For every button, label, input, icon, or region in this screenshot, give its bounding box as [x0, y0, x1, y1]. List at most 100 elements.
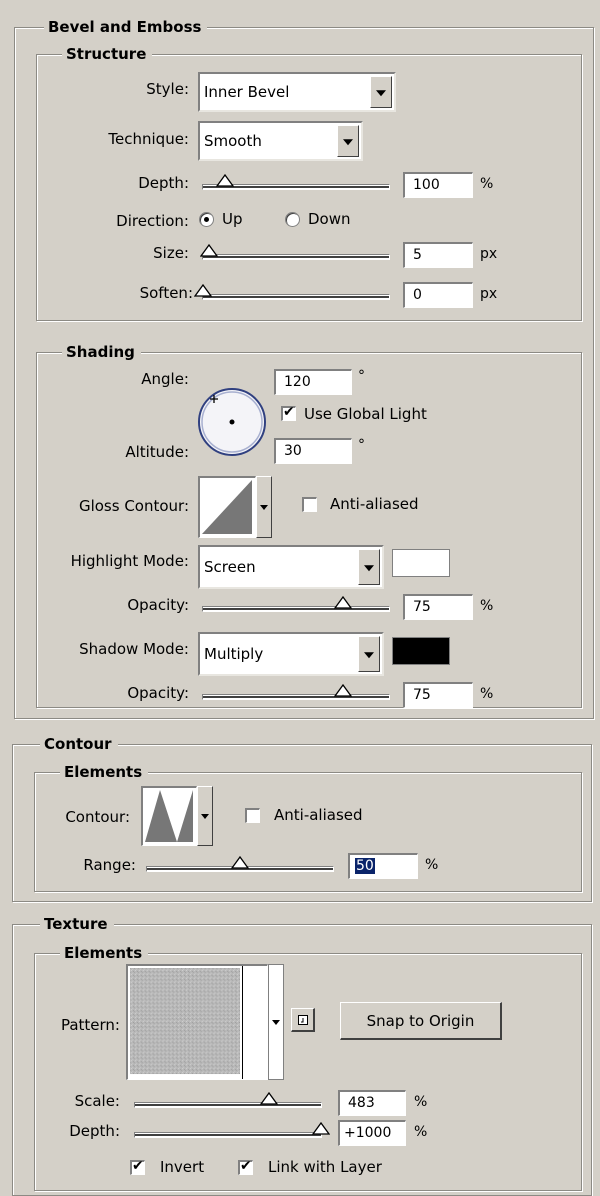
- snap-to-origin-button[interactable]: Snap to Origin: [340, 1002, 502, 1040]
- texture-depth-label: Depth:: [69, 1122, 120, 1140]
- highlight-opacity-slider[interactable]: [202, 595, 390, 612]
- soften-label: Soften:: [139, 284, 193, 302]
- pattern-picker[interactable]: [126, 964, 268, 1080]
- altitude-input[interactable]: 30: [274, 438, 352, 464]
- slider-thumb-icon[interactable]: [231, 855, 249, 869]
- shadow-opacity-label: Opacity:: [127, 684, 189, 702]
- use-global-light-checkbox[interactable]: [281, 404, 296, 421]
- depth-input[interactable]: 100: [403, 172, 473, 198]
- chevron-down-icon[interactable]: [358, 636, 380, 672]
- technique-select-value: Smooth: [204, 132, 262, 150]
- range-unit: %: [425, 857, 439, 873]
- contour-picker[interactable]: [141, 786, 197, 846]
- chevron-down-icon[interactable]: [337, 125, 359, 157]
- texture-title: Texture: [40, 915, 114, 933]
- size-label: Size:: [153, 244, 189, 262]
- style-select-value: Inner Bevel: [204, 83, 290, 101]
- contour-anti-aliased-checkbox[interactable]: [245, 808, 260, 823]
- shadow-mode-label: Shadow Mode:: [79, 640, 189, 658]
- pattern-swatch-icon: [130, 968, 240, 1075]
- gloss-contour-picker[interactable]: [198, 476, 256, 538]
- cone-contour-icon: [145, 790, 193, 842]
- slider-thumb-icon[interactable]: [194, 283, 212, 297]
- shadow-opacity-input[interactable]: 75: [403, 682, 473, 708]
- linear-contour-icon: [202, 480, 252, 534]
- link-with-layer-checkbox[interactable]: [238, 1158, 253, 1175]
- texture-elements-title: Elements: [60, 944, 149, 962]
- angle-unit: °: [358, 368, 365, 384]
- gloss-anti-aliased-checkbox[interactable]: [302, 497, 317, 512]
- highlight-color-swatch[interactable]: [392, 549, 450, 577]
- slider-thumb-icon[interactable]: [333, 683, 352, 697]
- angle-dial-icon[interactable]: [196, 386, 268, 458]
- direction-up-label: Up: [222, 210, 243, 228]
- slider-thumb-icon[interactable]: [333, 595, 352, 609]
- gloss-contour-label: Gloss Contour:: [78, 497, 189, 515]
- direction-down-radio[interactable]: [285, 212, 300, 227]
- shadow-mode-value: Multiply: [204, 645, 264, 663]
- size-unit: px: [480, 246, 498, 262]
- structure-title: Structure: [62, 45, 153, 63]
- altitude-label: Altitude:: [125, 443, 189, 461]
- texture-depth-input[interactable]: +1000: [338, 1120, 406, 1146]
- contour-label: Contour:: [65, 808, 130, 826]
- slider-thumb-icon[interactable]: [216, 173, 235, 187]
- direction-up-radio[interactable]: [199, 212, 214, 227]
- invert-checkbox[interactable]: [130, 1158, 145, 1175]
- invert-label: Invert: [160, 1158, 205, 1176]
- slider-thumb-icon[interactable]: [312, 1121, 330, 1135]
- angle-label: Angle:: [141, 370, 189, 388]
- use-global-light-label: Use Global Light: [304, 405, 427, 423]
- highlight-opacity-input[interactable]: 75: [403, 594, 473, 620]
- pattern-label: Pattern:: [60, 1016, 120, 1034]
- slider-thumb-icon[interactable]: [199, 243, 218, 257]
- angle-input[interactable]: 120: [274, 369, 352, 395]
- highlight-mode-value: Screen: [204, 558, 256, 576]
- altitude-unit: °: [358, 437, 365, 453]
- slider-thumb-icon[interactable]: [259, 1091, 278, 1105]
- highlight-opacity-unit: %: [480, 598, 494, 614]
- contour-title: Contour: [40, 735, 118, 753]
- direction-down-label: Down: [308, 210, 351, 228]
- new-preset-button[interactable]: [291, 1008, 315, 1032]
- size-slider[interactable]: [199, 243, 390, 260]
- technique-select[interactable]: Smooth: [198, 121, 363, 161]
- highlight-mode-select[interactable]: Screen: [198, 545, 384, 589]
- chevron-down-icon[interactable]: [370, 76, 392, 108]
- contour-dropdown[interactable]: [197, 786, 213, 846]
- direction-label: Direction:: [116, 212, 189, 230]
- shadow-opacity-slider[interactable]: [202, 683, 390, 700]
- scale-input[interactable]: 483: [338, 1090, 406, 1116]
- link-with-layer-label: Link with Layer: [268, 1158, 382, 1176]
- new-preset-icon: [297, 1014, 308, 1025]
- highlight-opacity-label: Opacity:: [127, 596, 189, 614]
- contour-elements-group: [34, 772, 582, 892]
- size-input[interactable]: 5: [403, 242, 473, 268]
- range-label: Range:: [83, 856, 136, 874]
- technique-label: Technique:: [108, 130, 189, 148]
- scale-unit: %: [414, 1094, 428, 1110]
- contour-elements-title: Elements: [60, 763, 149, 781]
- scale-slider[interactable]: [134, 1091, 322, 1108]
- range-slider[interactable]: [146, 855, 334, 872]
- depth-slider[interactable]: [202, 173, 390, 190]
- depth-unit: %: [480, 176, 494, 192]
- range-input[interactable]: 50: [348, 853, 418, 879]
- soften-slider[interactable]: [194, 283, 390, 300]
- style-select[interactable]: Inner Bevel: [198, 72, 396, 112]
- soften-input[interactable]: 0: [403, 282, 473, 308]
- texture-depth-slider[interactable]: [134, 1121, 330, 1138]
- scale-label: Scale:: [74, 1092, 120, 1110]
- shadow-color-swatch[interactable]: [392, 637, 450, 665]
- gloss-contour-dropdown[interactable]: [256, 476, 272, 538]
- bevel-emboss-title: Bevel and Emboss: [44, 18, 208, 36]
- chevron-down-icon[interactable]: [358, 549, 380, 585]
- shadow-opacity-unit: %: [480, 686, 494, 702]
- texture-elements-group: [34, 953, 582, 1191]
- style-label: Style:: [146, 80, 189, 98]
- shadow-mode-select[interactable]: Multiply: [198, 632, 384, 676]
- pattern-dropdown[interactable]: [268, 964, 284, 1080]
- contour-anti-aliased-label: Anti-aliased: [274, 806, 363, 824]
- texture-depth-unit: %: [414, 1124, 428, 1140]
- shading-title: Shading: [62, 343, 141, 361]
